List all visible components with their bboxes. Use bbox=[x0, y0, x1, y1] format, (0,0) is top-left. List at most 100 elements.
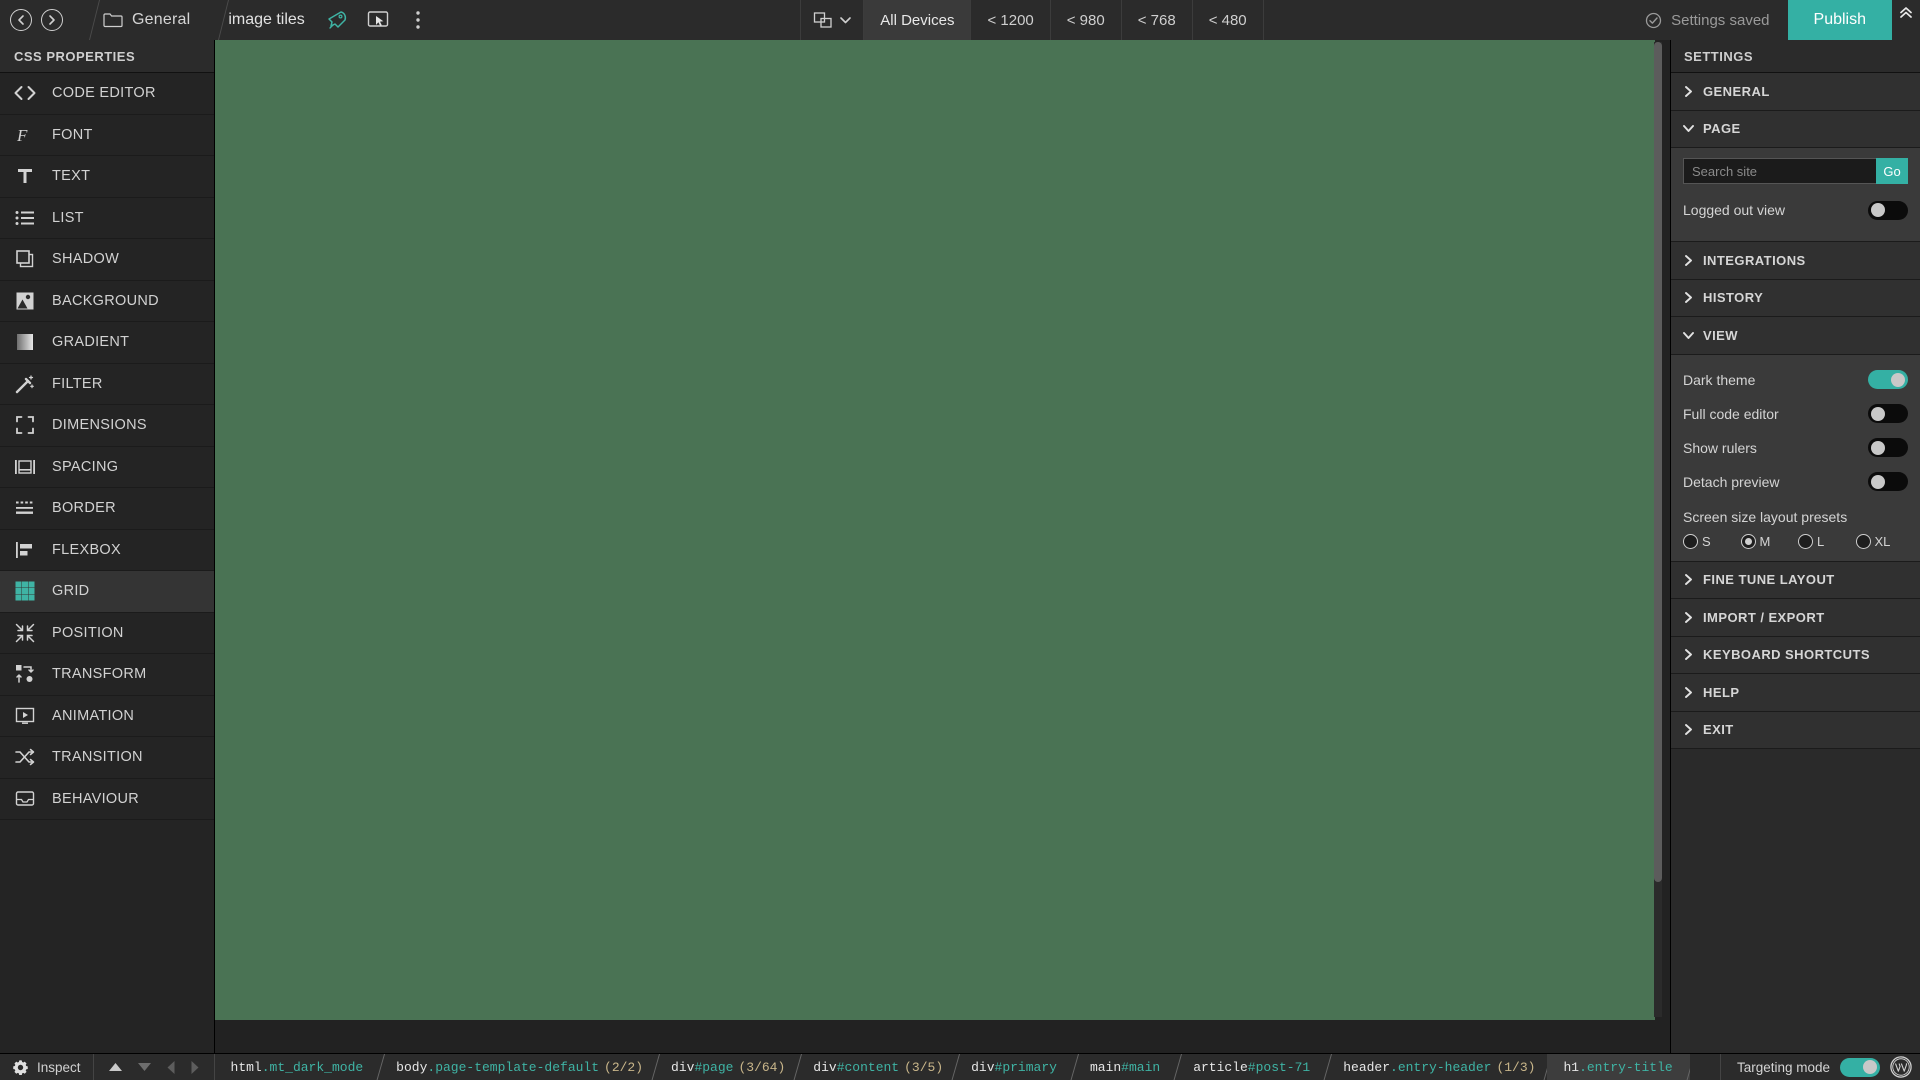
preset-option-m[interactable]: M bbox=[1740, 533, 1794, 549]
toolbar-action-icons bbox=[319, 0, 437, 40]
more-vertical-icon bbox=[416, 11, 420, 29]
sidebar-item-filter[interactable]: FILTER bbox=[0, 364, 214, 405]
device-breakpoint-group: All Devices < 1200 < 980 < 768 < 480 bbox=[800, 0, 1264, 40]
settings-section-label: HISTORY bbox=[1703, 290, 1764, 306]
device-all-devices[interactable]: All Devices bbox=[863, 0, 971, 40]
breadcrumb-html[interactable]: html .mt_dark_mode bbox=[215, 1054, 381, 1080]
gear-icon bbox=[13, 1059, 28, 1075]
nav-right-button[interactable] bbox=[190, 1060, 200, 1075]
dark-theme-label: Dark theme bbox=[1683, 371, 1756, 388]
settings-section-exit[interactable]: EXIT bbox=[1671, 711, 1920, 749]
page-title-label: image tiles bbox=[228, 11, 305, 28]
search-go-button[interactable]: Go bbox=[1876, 158, 1908, 184]
sidebar-item-background[interactable]: BACKGROUND bbox=[0, 281, 214, 322]
breadcrumb-body[interactable]: body .page-template-default (2/2) bbox=[380, 1054, 655, 1080]
breadcrumb-article[interactable]: article #post-71 bbox=[1177, 1054, 1327, 1080]
settings-section-keyboard-shortcuts[interactable]: KEYBOARD SHORTCUTS bbox=[1671, 636, 1920, 674]
breadcrumb-div-page[interactable]: div #page (3/64) bbox=[655, 1054, 797, 1080]
transform-icon bbox=[14, 663, 36, 685]
spacing-icon bbox=[14, 456, 36, 478]
sidebar-item-gradient[interactable]: GRADIENT bbox=[0, 322, 214, 364]
screen-size-presets-group: S M L XL bbox=[1683, 533, 1909, 549]
device-480[interactable]: < 480 bbox=[1191, 0, 1264, 40]
sidebar-item-text[interactable]: TEXT bbox=[0, 156, 214, 198]
chevron-right-icon bbox=[1685, 724, 1692, 736]
breadcrumb-selector: #content bbox=[836, 1059, 900, 1075]
breadcrumb-h1[interactable]: h1 .entry-title bbox=[1547, 1054, 1690, 1080]
rocket-button[interactable] bbox=[325, 7, 351, 33]
sidebar-item-grid[interactable]: GRID bbox=[0, 571, 214, 613]
nav-left-button[interactable] bbox=[166, 1060, 176, 1075]
breadcrumb-header[interactable]: header .entry-header (1/3) bbox=[1327, 1054, 1547, 1080]
device-980[interactable]: < 980 bbox=[1049, 0, 1121, 40]
back-button[interactable] bbox=[10, 9, 32, 31]
arrow-left-circle-icon bbox=[18, 15, 24, 25]
sidebar-item-dimensions[interactable]: DIMENSIONS bbox=[0, 405, 214, 447]
device-1200[interactable]: < 1200 bbox=[970, 0, 1049, 40]
breadcrumb-tag: div bbox=[813, 1059, 837, 1075]
sidebar-item-animation[interactable]: ANIMATION bbox=[0, 696, 214, 737]
sidebar-item-code-editor[interactable]: CODE EDITOR bbox=[0, 73, 214, 115]
sidebar-item-transition[interactable]: TRANSITION bbox=[0, 737, 214, 779]
settings-section-history[interactable]: HISTORY bbox=[1671, 279, 1920, 317]
sidebar-item-shadow[interactable]: SHADOW bbox=[0, 239, 214, 281]
logged-out-view-toggle[interactable] bbox=[1868, 200, 1908, 220]
nav-down-button[interactable] bbox=[137, 1062, 152, 1072]
canvas-scrollbar[interactable] bbox=[1654, 42, 1662, 1017]
search-site-input[interactable] bbox=[1683, 158, 1876, 184]
settings-section-view[interactable]: VIEW bbox=[1671, 317, 1920, 355]
devices-icon bbox=[814, 12, 832, 28]
settings-section-general[interactable]: GENERAL bbox=[1671, 73, 1920, 111]
collapse-toolbar-button[interactable] bbox=[1892, 0, 1920, 40]
show-rulers-toggle[interactable] bbox=[1868, 438, 1908, 457]
detach-preview-toggle[interactable] bbox=[1868, 472, 1908, 491]
preset-option-l[interactable]: L bbox=[1798, 533, 1851, 549]
canvas-scrollbar-thumb[interactable] bbox=[1654, 42, 1662, 882]
page-title[interactable]: image tiles bbox=[222, 0, 318, 40]
targeting-mode-toggle[interactable] bbox=[1840, 1057, 1880, 1077]
full-code-editor-toggle[interactable] bbox=[1868, 404, 1908, 423]
publish-button[interactable]: Publish bbox=[1787, 0, 1892, 40]
folder-breadcrumb[interactable]: General bbox=[93, 0, 204, 40]
settings-section-import-export[interactable]: IMPORT / EXPORT bbox=[1671, 599, 1920, 637]
settings-section-help[interactable]: HELP bbox=[1671, 674, 1920, 712]
full-code-editor-label: Full code editor bbox=[1683, 405, 1779, 422]
nav-up-button[interactable] bbox=[108, 1062, 123, 1072]
sidebar-item-spacing[interactable]: SPACING bbox=[0, 447, 214, 488]
sidebar-item-border[interactable]: BORDER bbox=[0, 488, 214, 530]
sidebar-item-flexbox[interactable]: FLEXBOX bbox=[0, 530, 214, 571]
settings-section-label: FINE TUNE LAYOUT bbox=[1703, 572, 1835, 588]
preset-option-xl[interactable]: XL bbox=[1855, 533, 1909, 549]
inspect-button[interactable]: Inspect bbox=[0, 1054, 94, 1080]
more-options-button[interactable] bbox=[405, 7, 431, 33]
settings-section-label: INTEGRATIONS bbox=[1703, 252, 1806, 268]
sidebar-item-label: LIST bbox=[52, 209, 84, 226]
preview-button[interactable] bbox=[365, 7, 391, 33]
dark-theme-toggle[interactable] bbox=[1868, 370, 1908, 389]
forward-button[interactable] bbox=[41, 9, 63, 31]
breadcrumb-count: (2/2) bbox=[604, 1059, 644, 1075]
radio-icon bbox=[1798, 533, 1813, 549]
wordpress-logo-icon[interactable] bbox=[1890, 1056, 1912, 1078]
page-preview-canvas[interactable] bbox=[215, 40, 1655, 1020]
settings-saved-status: Settings saved bbox=[1627, 0, 1787, 40]
sidebar-item-behaviour[interactable]: BEHAVIOUR bbox=[0, 779, 214, 820]
settings-section-page[interactable]: PAGE bbox=[1671, 110, 1920, 148]
preset-option-s[interactable]: S bbox=[1683, 533, 1736, 549]
sidebar-item-list[interactable]: LIST bbox=[0, 198, 214, 239]
sidebar-item-font[interactable]: F FONT bbox=[0, 115, 214, 156]
font-f-icon: F bbox=[14, 124, 36, 146]
sidebar-item-position[interactable]: POSITION bbox=[0, 613, 214, 654]
breadcrumb-main[interactable]: main #main bbox=[1074, 1054, 1177, 1080]
settings-section-fine-tune-layout[interactable]: FINE TUNE LAYOUT bbox=[1671, 561, 1920, 599]
bottombar-spacer bbox=[1690, 1054, 1720, 1080]
device-768[interactable]: < 768 bbox=[1120, 0, 1192, 40]
device-picker-button[interactable] bbox=[800, 0, 863, 40]
grid-icon bbox=[14, 580, 36, 602]
settings-section-integrations[interactable]: INTEGRATIONS bbox=[1671, 242, 1920, 280]
breadcrumb-div-content[interactable]: div #content (3/5) bbox=[797, 1054, 955, 1080]
breadcrumb-div-primary[interactable]: div #primary bbox=[955, 1054, 1074, 1080]
toolbar-right-group: Settings saved Publish bbox=[1627, 0, 1920, 40]
sidebar-item-transform[interactable]: TRANSFORM bbox=[0, 654, 214, 696]
shuffle-icon bbox=[14, 746, 36, 768]
